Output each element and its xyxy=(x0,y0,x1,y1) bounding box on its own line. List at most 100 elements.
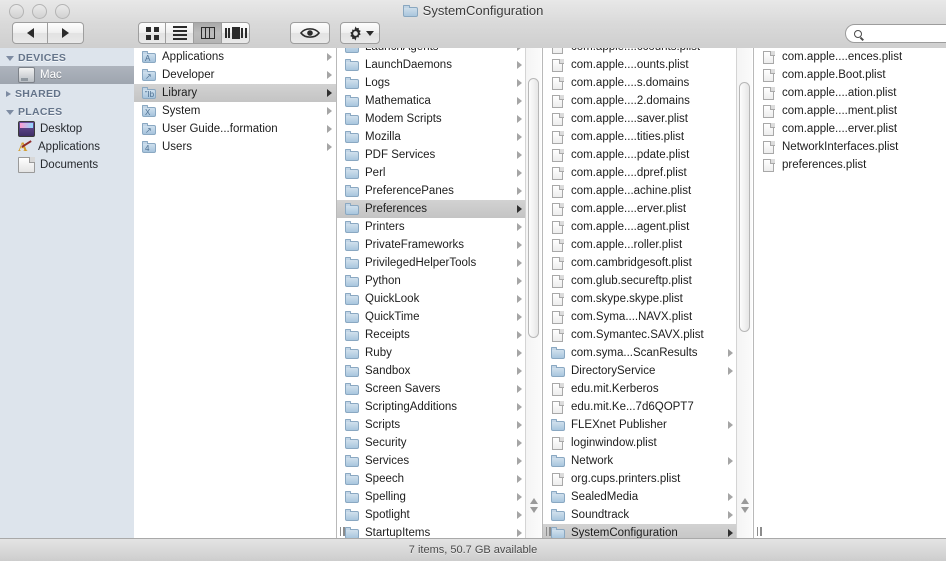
list-item[interactable]: Security xyxy=(337,434,526,452)
list-item[interactable]: preferences.plist xyxy=(754,156,946,174)
list-item[interactable]: com.apple....ation.plist xyxy=(754,84,946,102)
list-item[interactable]: com.apple....tities.plist xyxy=(543,128,737,146)
list-item[interactable]: FLEXnet Publisher xyxy=(543,416,737,434)
list-item[interactable]: com.apple....saver.plist xyxy=(543,110,737,128)
icon-view-button[interactable] xyxy=(138,22,166,44)
sidebar-section-places[interactable]: PLACES xyxy=(0,102,134,120)
list-item[interactable]: Modem Scripts xyxy=(337,110,526,128)
quick-look-button[interactable] xyxy=(290,22,330,44)
list-item[interactable]: Ruby xyxy=(337,344,526,362)
list-item[interactable]: Python xyxy=(337,272,526,290)
scrollbar-thumb[interactable] xyxy=(739,82,750,332)
list-item[interactable]: Sandbox xyxy=(337,362,526,380)
list-item[interactable]: Mozilla xyxy=(337,128,526,146)
list-item[interactable]: com.apple....pdate.plist xyxy=(543,146,737,164)
back-button[interactable] xyxy=(12,22,48,44)
list-item[interactable]: com.apple....ment.plist xyxy=(754,102,946,120)
list-item[interactable]: com.apple....erver.plist xyxy=(754,120,946,138)
list-item[interactable]: PreferencePanes xyxy=(337,182,526,200)
vertical-scrollbar[interactable] xyxy=(736,48,752,539)
list-item[interactable]: com.syma...ScanResults xyxy=(543,344,737,362)
list-item[interactable]: DirectoryService xyxy=(543,362,737,380)
action-menu-button[interactable] xyxy=(340,22,380,44)
list-item[interactable]: com.apple....agent.plist xyxy=(543,218,737,236)
column-resize-grip[interactable] xyxy=(543,524,553,538)
list-item[interactable]: QuickLook xyxy=(337,290,526,308)
scroll-up-icon[interactable] xyxy=(530,498,538,504)
scroll-down-icon[interactable] xyxy=(530,507,538,513)
list-item[interactable]: edu.mit.Kerberos xyxy=(543,380,737,398)
list-item[interactable]: edu.mit.Ke...7d6QOPT7 xyxy=(543,398,737,416)
list-item[interactable]: com.Syma....NAVX.plist xyxy=(543,308,737,326)
list-item[interactable]: com.apple....ounts.plist xyxy=(543,56,737,74)
list-item[interactable]: Spotlight xyxy=(337,506,526,524)
list-item[interactable]: com.skype.skype.plist xyxy=(543,290,737,308)
list-item[interactable]: PrivilegedHelperTools xyxy=(337,254,526,272)
list-item[interactable]: com.apple....ences.plist xyxy=(754,48,946,66)
list-item-label: com.apple....ccounts.plist xyxy=(571,48,733,53)
list-item[interactable]: Preferences xyxy=(337,200,526,218)
list-item[interactable]: com.apple....ccounts.plist xyxy=(543,48,737,56)
scroll-up-icon[interactable] xyxy=(741,498,749,504)
sidebar-section-devices[interactable]: DEVICES xyxy=(0,48,134,66)
list-item[interactable]: loginwindow.plist xyxy=(543,434,737,452)
list-item[interactable]: com.apple....2.domains xyxy=(543,92,737,110)
scrollbar-arrows[interactable] xyxy=(528,495,539,523)
list-view-button[interactable] xyxy=(166,22,194,44)
list-item[interactable]: X System xyxy=(134,102,336,120)
list-item[interactable]: com.glub.secureftp.plist xyxy=(543,272,737,290)
sidebar-item-desktop[interactable]: Desktop xyxy=(0,120,134,138)
list-item[interactable]: ↗ Developer xyxy=(134,66,336,84)
list-item[interactable]: Services xyxy=(337,452,526,470)
list-item[interactable]: StartupItems xyxy=(337,524,526,539)
list-item[interactable]: Scripts xyxy=(337,416,526,434)
list-item[interactable]: Speech xyxy=(337,470,526,488)
list-item[interactable]: org.cups.printers.plist xyxy=(543,470,737,488)
column-resize-grip[interactable] xyxy=(754,524,764,538)
vertical-scrollbar[interactable] xyxy=(525,48,541,539)
list-item[interactable]: PDF Services xyxy=(337,146,526,164)
list-item[interactable]: PrivateFrameworks xyxy=(337,236,526,254)
list-item[interactable]: ὆4 Users xyxy=(134,138,336,156)
scrollbar-thumb[interactable] xyxy=(528,78,539,338)
list-item[interactable]: com.apple...roller.plist xyxy=(543,236,737,254)
list-item[interactable]: Logs xyxy=(337,74,526,92)
list-item[interactable]: ↗ User Guide...formation xyxy=(134,120,336,138)
list-item[interactable]: com.apple....erver.plist xyxy=(543,200,737,218)
list-item[interactable]: com.Symantec.SAVX.plist xyxy=(543,326,737,344)
sidebar-item-mac[interactable]: Mac xyxy=(0,66,134,84)
list-item[interactable]: com.apple.Boot.plist xyxy=(754,66,946,84)
list-item[interactable]: com.apple....s.domains xyxy=(543,74,737,92)
list-item[interactable]: Screen Savers xyxy=(337,380,526,398)
list-item[interactable]: ScriptingAdditions xyxy=(337,398,526,416)
list-item[interactable]: LaunchAgents xyxy=(337,48,526,56)
search-input[interactable] xyxy=(845,24,946,43)
list-item[interactable]: NetworkInterfaces.plist xyxy=(754,138,946,156)
list-item[interactable]: Network xyxy=(543,452,737,470)
list-item[interactable]: Soundtrack xyxy=(543,506,737,524)
list-item[interactable]: Ἵb Library xyxy=(134,84,336,102)
list-item[interactable]: SealedMedia xyxy=(543,488,737,506)
list-item[interactable]: QuickTime xyxy=(337,308,526,326)
sidebar-section-shared[interactable]: SHARED xyxy=(0,84,134,102)
list-item[interactable]: A Applications xyxy=(134,48,336,66)
scrollbar-arrows[interactable] xyxy=(739,495,750,523)
list-item[interactable]: com.apple....dpref.plist xyxy=(543,164,737,182)
column-view-button[interactable] xyxy=(194,22,222,44)
list-item[interactable]: Perl xyxy=(337,164,526,182)
list-item[interactable]: Spelling xyxy=(337,488,526,506)
list-item[interactable]: Printers xyxy=(337,218,526,236)
column-resize-grip[interactable] xyxy=(337,524,347,538)
list-item[interactable]: Mathematica xyxy=(337,92,526,110)
sidebar-item-applications[interactable]: Applications xyxy=(0,138,134,156)
sidebar-item-documents[interactable]: Documents xyxy=(0,156,134,174)
folder-icon: ↗ xyxy=(142,69,156,81)
list-item[interactable]: Receipts xyxy=(337,326,526,344)
list-item[interactable]: com.apple...achine.plist xyxy=(543,182,737,200)
forward-button[interactable] xyxy=(48,22,84,44)
list-item[interactable]: com.cambridgesoft.plist xyxy=(543,254,737,272)
list-item[interactable]: LaunchDaemons xyxy=(337,56,526,74)
coverflow-view-button[interactable] xyxy=(222,22,250,44)
scroll-down-icon[interactable] xyxy=(741,507,749,513)
list-item[interactable]: SystemConfiguration xyxy=(543,524,737,539)
